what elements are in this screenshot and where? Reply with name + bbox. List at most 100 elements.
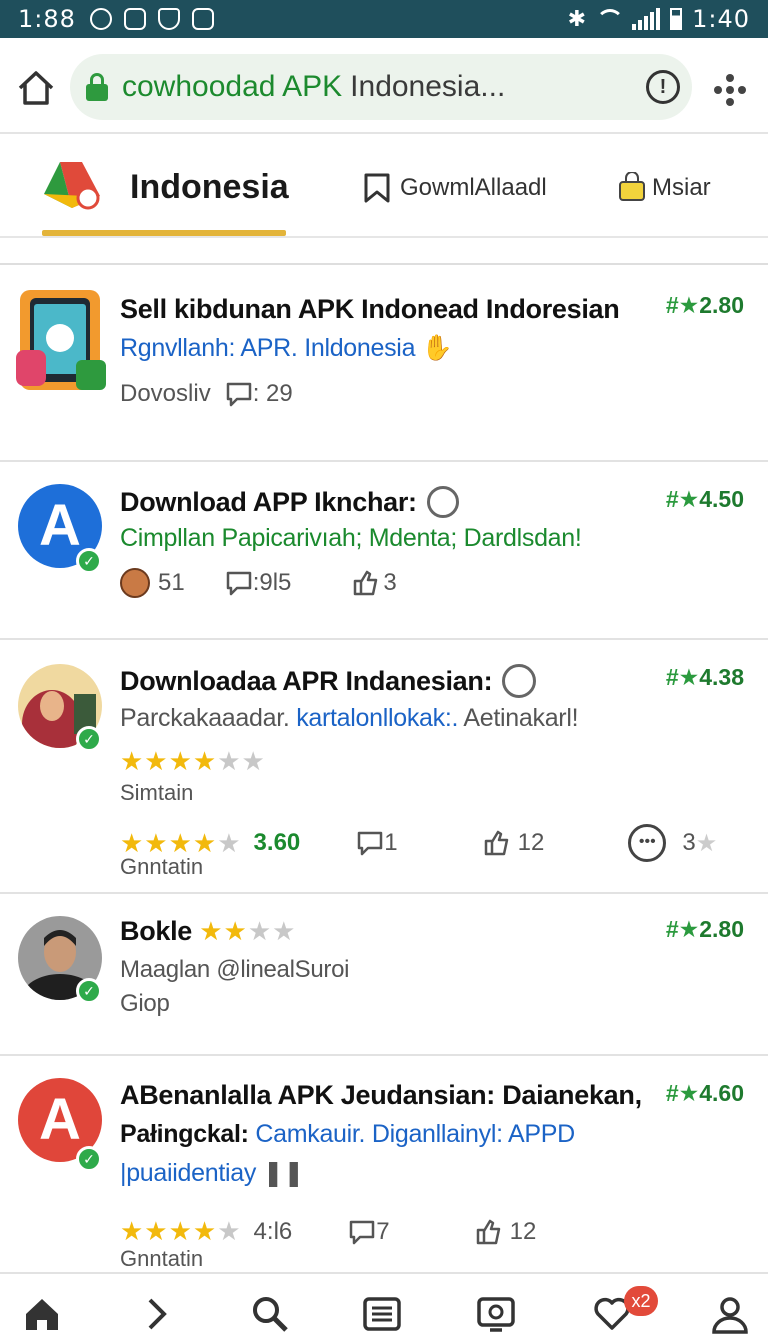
comment-icon[interactable]	[356, 829, 384, 857]
wifi-icon	[596, 9, 625, 29]
url-path: Indonesia...	[350, 70, 506, 103]
detail-text: |puaiidentiay	[120, 1159, 257, 1187]
score-value: 3.60	[253, 829, 301, 856]
footprints-icon: ❚❚	[262, 1159, 305, 1187]
comment-count: 7	[376, 1217, 390, 1245]
status-clock-right: 1:40	[692, 5, 750, 33]
bottom-navigation: x2	[0, 1272, 768, 1344]
message-icon	[123, 8, 146, 30]
verified-check-icon: ✓	[76, 1146, 102, 1172]
tab-msiar[interactable]: Msiar	[618, 172, 711, 204]
tab-label: GowmlAllaadl	[400, 174, 547, 201]
play-store-logo-icon	[44, 162, 100, 210]
like-icon[interactable]	[351, 569, 379, 597]
app-title[interactable]: Bokle ★★★★	[120, 916, 296, 947]
url-field[interactable]: cowhoodad APK Indonesia... !	[70, 54, 692, 120]
title-text: Downloadaa APR Indanesian:	[120, 665, 493, 696]
verified-check-icon: ✓	[76, 726, 102, 752]
phone-app-icon	[16, 290, 106, 390]
list-item[interactable]: Sell kibdunan APK Indonead Indoresian #★…	[0, 266, 768, 462]
star-icon: ★	[695, 829, 718, 857]
subtitle-link[interactable]: Camkauir. Diganllainyl: APPD	[255, 1120, 575, 1148]
app-meta: ★★★★★ 4:l6 7 12	[120, 1216, 536, 1247]
more-options-icon[interactable]	[712, 72, 748, 108]
emoji-react-icon[interactable]: •••	[628, 824, 667, 862]
app-rating: #★4.38	[665, 664, 744, 690]
app-rating: #★2.80	[665, 292, 744, 318]
app-meta: 51 :9l5 3	[120, 568, 397, 598]
bluetooth-icon: ✱	[567, 6, 587, 31]
search-icon[interactable]	[250, 1294, 290, 1334]
comment-icon[interactable]	[225, 569, 253, 597]
category-tabs: Indonesia GowmlAllaadl Msiar	[0, 136, 768, 238]
home-icon[interactable]	[16, 68, 56, 108]
profile-icon[interactable]	[710, 1294, 750, 1334]
tab-downloads[interactable]: GowmlAllaadl	[362, 172, 547, 204]
extra-count: 3	[682, 829, 696, 856]
rating-label: Gnntatin	[120, 1246, 204, 1271]
star-rating: ★★★★	[199, 916, 297, 946]
gallery-icon	[191, 8, 214, 30]
media-icon[interactable]	[476, 1294, 516, 1334]
like-count: 12	[509, 1217, 537, 1245]
like-icon[interactable]	[474, 1218, 502, 1246]
tab-label: Msiar	[652, 174, 711, 201]
app-title[interactable]: Downloadaa APR Indanesian:	[120, 664, 537, 698]
list-item[interactable]: A ✓ ABenanlalla APK Jeudansian: Daianeka…	[0, 1056, 768, 1272]
list-item[interactable]: A ✓ Download APP Iknchar: #★4.50 Cimplla…	[0, 462, 768, 640]
app-title[interactable]: Download APP Iknchar:	[120, 486, 459, 518]
chevron-right-icon[interactable]	[136, 1294, 176, 1334]
list-item[interactable]: ✓ Bokle ★★★★ #★2.80 Maaglan @linealSuroi…	[0, 894, 768, 1056]
app-title[interactable]: ABenanlalla APK Jeudansian: Daianekan,	[120, 1080, 642, 1111]
user-avatar	[120, 568, 150, 598]
verified-check-icon: ✓	[76, 978, 102, 1004]
comment-count: 1	[384, 829, 398, 856]
app-meta: Dovosliv : 29	[120, 380, 293, 408]
app-title[interactable]: Sell kibdunan APK Indonead Indoresian	[120, 294, 620, 325]
lock-icon	[86, 73, 108, 101]
app-subtitle: Cimpllan Papicarivıah; Mdenta; Dardlsdan…	[120, 524, 582, 552]
title-text: Download APP Iknchar:	[120, 486, 417, 517]
app-subtitle: Pałingckal: Camkauir. Diganllainyl: APPD	[120, 1120, 575, 1149]
status-time: 1:88	[18, 5, 76, 33]
list-icon[interactable]	[362, 1294, 402, 1334]
subtitle-part: Aetinakarl!	[463, 704, 579, 732]
notification-icons	[89, 8, 214, 30]
like-icon[interactable]	[482, 829, 510, 857]
active-tab-indicator	[42, 230, 286, 236]
rating-value: 4.60	[699, 1080, 744, 1106]
alarm-icon	[89, 8, 112, 30]
app-rating: #★4.60	[665, 1080, 744, 1106]
comment-count: : 29	[252, 380, 293, 407]
list-divider	[0, 263, 768, 265]
badge-icon	[426, 486, 459, 518]
rating-label: Simtain	[120, 780, 194, 805]
subtitle-text: Rgnvllanh: APR. Inldonesia	[120, 334, 416, 362]
tab-indonesia[interactable]: Indonesia	[42, 152, 289, 236]
app-meta: ★★★★★ 3.60 1 12 ••• 3 ★	[120, 824, 760, 862]
rating-value: 2.80	[699, 916, 744, 942]
app-detail: |puaiidentiay ❚❚	[120, 1158, 304, 1188]
subtitle-part: Parckakaaadar.	[120, 704, 290, 732]
notification-badge: x2	[624, 1286, 658, 1316]
rating-value: 4.50	[699, 486, 744, 512]
star-rating: ★★★★★	[120, 1216, 242, 1246]
score-value: 4:l6	[253, 1217, 293, 1245]
info-icon[interactable]: !	[646, 70, 680, 104]
app-subtitle: Parckakaaadar. kartalonllokak:. Aetinaka…	[120, 704, 579, 733]
shopping-bag-icon	[619, 172, 645, 201]
comment-icon[interactable]	[225, 380, 253, 408]
meta-label: Dovosliv	[120, 380, 211, 407]
home-icon[interactable]	[22, 1294, 62, 1334]
title-text: Bokle	[120, 916, 193, 946]
list-item[interactable]: ✓ Downloadaa APR Indanesian: #★4.38 Parc…	[0, 640, 768, 894]
comment-count: :9l5	[252, 569, 292, 596]
shield-icon	[157, 8, 180, 30]
subtitle-link[interactable]: kartalonllokak:.	[296, 704, 458, 732]
app-rating: #★2.80	[665, 916, 744, 942]
status-bar: 1:88 ✱ 1:40	[0, 0, 768, 38]
tab-label: Indonesia	[130, 168, 289, 206]
comment-icon[interactable]	[348, 1218, 376, 1246]
app-rating: #★4.50	[665, 486, 744, 512]
rating-value: 4.38	[699, 664, 744, 690]
